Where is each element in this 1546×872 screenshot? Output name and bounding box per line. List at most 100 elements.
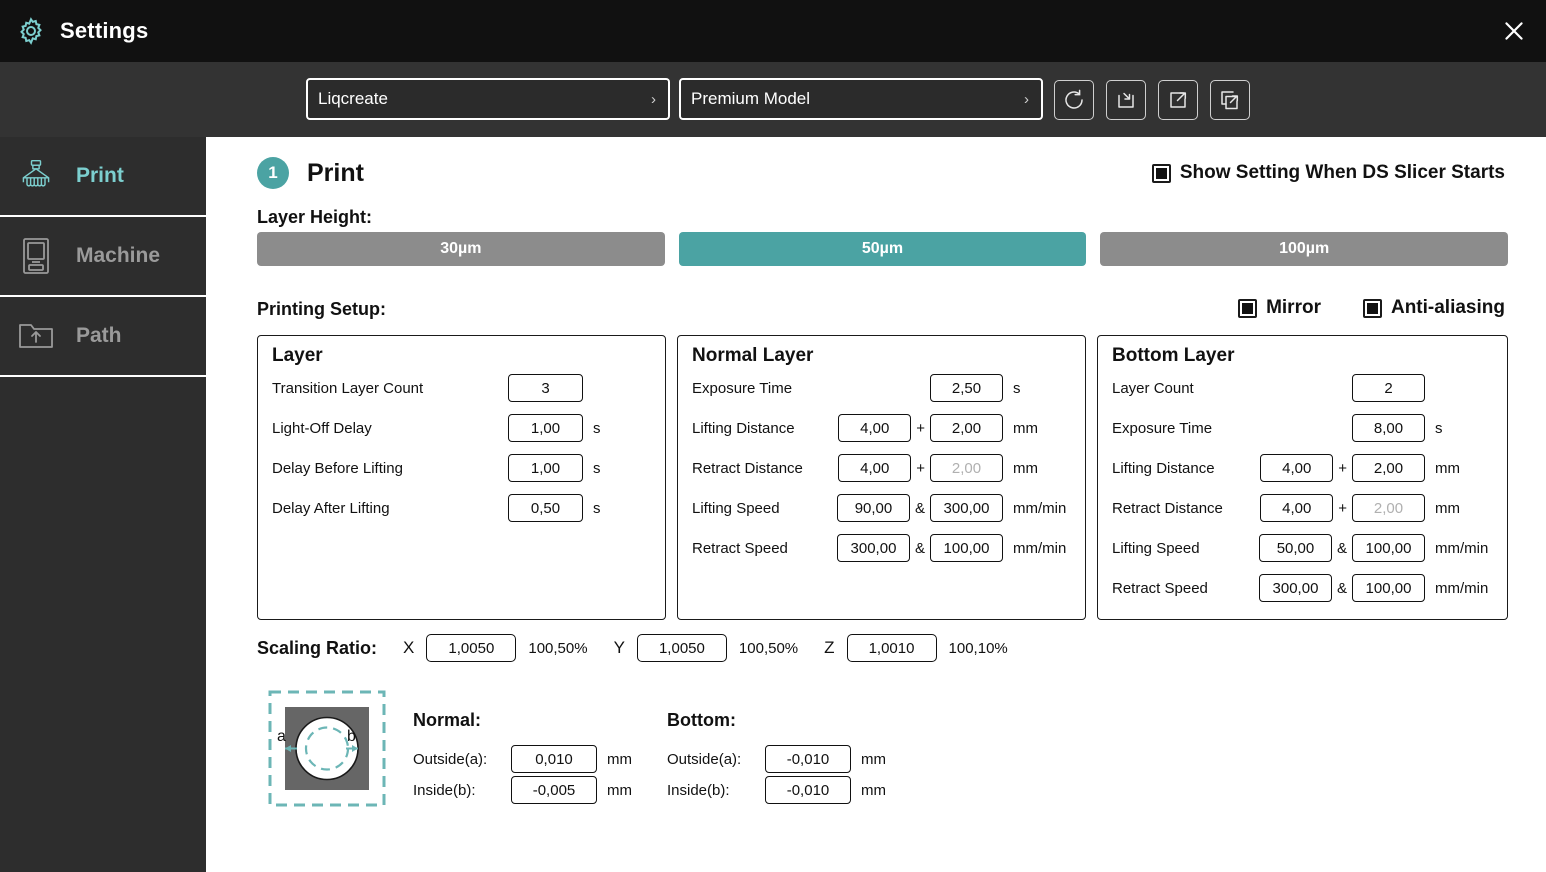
normal-inside-row: Inside(b): mm xyxy=(413,776,632,804)
close-button[interactable] xyxy=(1496,13,1532,49)
checkbox-box xyxy=(1151,163,1171,183)
chevron-right-icon: › xyxy=(651,90,656,108)
resin-profile-dropdown[interactable]: Liqcreate › xyxy=(306,78,670,120)
field-row-transition-layer-count: Transition Layer Count xyxy=(272,374,655,402)
normal-exposure-time-input[interactable] xyxy=(930,374,1003,402)
field-row-bottom-lifting-speed: Lifting Speed & mm/min xyxy=(1112,534,1497,562)
scaling-ratio-x-input[interactable] xyxy=(426,634,517,662)
field-label: Lifting Speed xyxy=(692,499,780,517)
normal-retract-distance-input-2[interactable] xyxy=(930,454,1003,482)
export-all-icon xyxy=(1221,91,1239,110)
bottom-retract-distance-input-1[interactable] xyxy=(1260,494,1334,522)
step-number-badge: 1 xyxy=(257,157,289,189)
field-row-bottom-layer-count: Layer Count xyxy=(1112,374,1497,402)
show-setting-label: Show Setting When DS Slicer Starts xyxy=(1179,162,1505,183)
bottom-lifting-distance-input-2[interactable] xyxy=(1352,454,1425,482)
show-setting-on-start-checkbox[interactable]: Show Setting When DS Slicer Starts xyxy=(1151,162,1505,184)
window-title: Settings xyxy=(60,18,149,43)
normal-lifting-speed-input-1[interactable] xyxy=(836,494,910,522)
main-content: 1 Print Show Setting When DS Slicer Star… xyxy=(206,137,1546,872)
field-label: Lifting Distance xyxy=(692,419,795,437)
bottom-layer-count-input[interactable] xyxy=(1352,374,1425,402)
field-label: Lifting Speed xyxy=(1112,539,1200,557)
normal-retract-speed-input-2[interactable] xyxy=(930,534,1003,562)
scaling-ratio-y-input[interactable] xyxy=(636,634,727,662)
layer-height-option-100um[interactable]: 100µm xyxy=(1100,232,1509,266)
normal-retract-distance-input-1[interactable] xyxy=(838,454,912,482)
mirror-label: Mirror xyxy=(1266,297,1321,318)
field-operator: & xyxy=(1336,539,1347,557)
normal-lifting-distance-input-2[interactable] xyxy=(930,414,1003,442)
machine-profile-dropdown[interactable]: Premium Model › xyxy=(679,78,1043,120)
bottom-compensation-group: Bottom: Outside(a): mm Inside(b): mm xyxy=(667,710,886,807)
field-row-delay-before-lifting: Delay Before Lifting s xyxy=(272,454,655,482)
field-unit: mm/min xyxy=(1013,499,1067,517)
field-unit: mm/min xyxy=(1435,539,1489,557)
transition-layer-count-input[interactable] xyxy=(508,374,583,402)
import-button[interactable] xyxy=(1106,80,1146,120)
normal-retract-speed-input-1[interactable] xyxy=(836,534,910,562)
field-unit: mm xyxy=(607,781,632,799)
delay-before-lifting-input[interactable] xyxy=(508,454,583,482)
field-operator: + xyxy=(1338,459,1347,477)
axis-label-x: X xyxy=(403,638,415,657)
layer-height-option-30um[interactable]: 30µm xyxy=(257,232,665,266)
field-row-bottom-lifting-distance: Lifting Distance + mm xyxy=(1112,454,1497,482)
field-operator: + xyxy=(1338,499,1347,517)
reset-button[interactable] xyxy=(1054,80,1094,120)
field-row-normal-lifting-distance: Lifting Distance + mm xyxy=(692,414,1075,442)
bottom-outside-input[interactable] xyxy=(765,745,851,773)
field-operator: & xyxy=(1336,579,1347,597)
sidebar-item-print[interactable]: Print xyxy=(0,137,206,217)
bottom-lifting-speed-input-2[interactable] xyxy=(1352,534,1425,562)
bottom-lifting-distance-input-1[interactable] xyxy=(1260,454,1334,482)
field-row-bottom-exposure-time: Exposure Time s xyxy=(1112,414,1497,442)
field-row-delay-after-lifting: Delay After Lifting s xyxy=(272,494,655,522)
svg-text:a: a xyxy=(277,728,286,745)
sidebar-item-machine[interactable]: Machine xyxy=(0,217,206,297)
mirror-checkbox[interactable]: Mirror xyxy=(1238,297,1321,319)
import-icon xyxy=(1118,92,1134,108)
normal-outside-input[interactable] xyxy=(511,745,597,773)
card-title: Bottom Layer xyxy=(1112,345,1235,366)
field-label: Exposure Time xyxy=(692,379,793,397)
bottom-inside-input[interactable] xyxy=(765,776,851,804)
field-unit: mm xyxy=(861,750,886,768)
field-label: Exposure Time xyxy=(1112,419,1213,437)
bottom-lifting-speed-input-1[interactable] xyxy=(1258,534,1332,562)
normal-lifting-speed-input-2[interactable] xyxy=(930,494,1003,522)
sidebar-item-label: Path xyxy=(76,324,122,347)
folder-upload-icon xyxy=(14,314,58,358)
light-off-delay-input[interactable] xyxy=(508,414,583,442)
layer-card: Layer Transition Layer Count Light-Off D… xyxy=(257,335,666,620)
bottom-exposure-time-input[interactable] xyxy=(1352,414,1425,442)
field-label: Retract Speed xyxy=(1112,579,1208,597)
anti-aliasing-checkbox[interactable]: Anti-aliasing xyxy=(1362,297,1505,319)
gear-icon xyxy=(16,16,46,46)
sidebar-item-path[interactable]: Path xyxy=(0,297,206,377)
export-all-button[interactable] xyxy=(1210,80,1250,120)
close-icon xyxy=(1505,22,1523,40)
field-unit: s xyxy=(1435,419,1443,437)
checkbox-box xyxy=(1238,298,1258,318)
normal-lifting-distance-input-1[interactable] xyxy=(838,414,912,442)
field-operator: & xyxy=(914,539,925,557)
export-button[interactable] xyxy=(1158,80,1198,120)
bottom-compensation-title: Bottom: xyxy=(667,710,736,730)
normal-inside-input[interactable] xyxy=(511,776,597,804)
layer-height-option-50um[interactable]: 50µm xyxy=(678,232,1087,266)
bottom-retract-speed-input-1[interactable] xyxy=(1258,574,1332,602)
field-label: Light-Off Delay xyxy=(272,419,372,437)
sidebar-item-label: Machine xyxy=(76,244,161,267)
delay-after-lifting-input[interactable] xyxy=(508,494,583,522)
bottom-retract-distance-input-2[interactable] xyxy=(1352,494,1425,522)
bottom-retract-speed-input-2[interactable] xyxy=(1352,574,1425,602)
printing-setup-label: Printing Setup: xyxy=(257,299,386,319)
field-label: Delay After Lifting xyxy=(272,499,390,517)
axis-label-z: Z xyxy=(824,638,835,657)
bottom-outside-row: Outside(a): mm xyxy=(667,745,886,773)
field-label: Outside(a): xyxy=(413,750,488,768)
scaling-ratio-z-input[interactable] xyxy=(846,634,937,662)
card-title: Layer xyxy=(272,345,323,366)
field-row-normal-retract-speed: Retract Speed & mm/min xyxy=(692,534,1075,562)
